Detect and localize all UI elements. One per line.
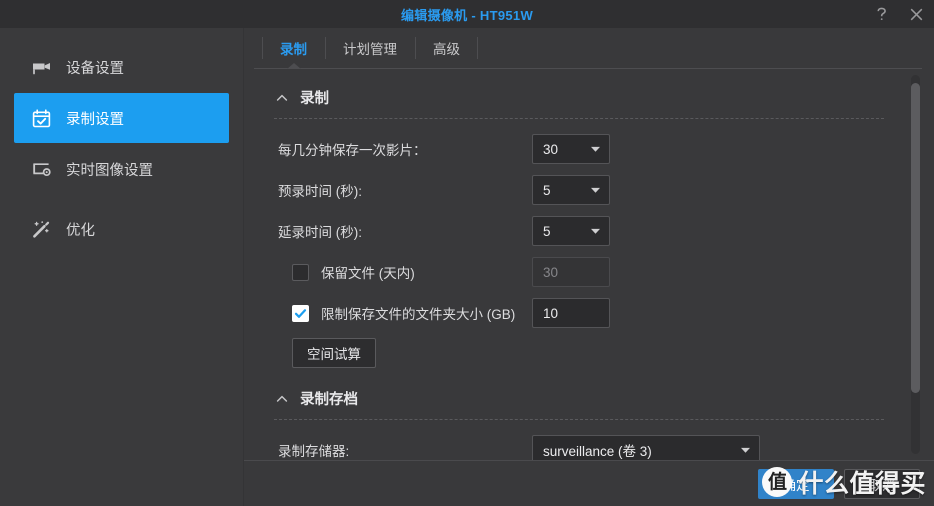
settings-pane: 录制 计划管理 高级 录制 每几分钟保存一次影片： 30 预录时间 (秒): 5… [244,28,934,506]
tab-label: 录制 [280,42,307,57]
row-pre-record: 预录时间 (秒): 5 [274,174,884,206]
row-label: 预录时间 (秒): [278,184,362,199]
save-interval-value: 30 [543,141,559,157]
monitor-icon [30,158,52,180]
tab-active-indicator [286,63,301,69]
sidebar-item-optimization[interactable]: 优化 [14,204,229,254]
chevron-down-icon [590,185,601,196]
tab-label: 计划管理 [343,42,397,57]
pre-record-value: 5 [543,182,551,198]
section-divider [274,118,884,119]
tab-label: 高级 [433,42,460,57]
row-calc-button: 空间试算 [274,338,884,368]
window-controls [872,0,926,28]
keep-files-checkbox[interactable] [292,263,309,281]
storage-select[interactable]: surveillance (卷 3) [532,435,760,460]
sidebar-item-label: 实时图像设置 [66,162,153,179]
pre-record-select[interactable]: 5 [532,175,610,205]
row-save-interval: 每几分钟保存一次影片： 30 [274,133,884,165]
row-label: 录制存储器: [278,444,350,459]
limit-folder-size-checkbox[interactable] [292,304,309,322]
sidebar: 设备设置 录制设置 实时图像设置 优化 [0,28,244,506]
sidebar-item-label: 优化 [66,222,95,239]
help-icon[interactable] [872,4,892,24]
settings-scroll-area: 录制 每几分钟保存一次影片： 30 预录时间 (秒): 5 延录时间 (秒): … [254,69,908,460]
row-label: 每几分钟保存一次影片： [278,143,427,158]
section-archive: 录制存档 录制存储器: surveillance (卷 3) [274,384,884,460]
vertical-scrollbar[interactable] [911,75,920,454]
keep-files-days-input[interactable] [532,257,610,287]
tab-recording[interactable]: 录制 [262,28,325,69]
row-post-record: 延录时间 (秒): 5 [274,215,884,247]
tab-schedule[interactable]: 计划管理 [325,28,415,68]
row-label: 延录时间 (秒): [278,225,362,240]
chevron-down-icon [590,144,601,155]
chevron-up-icon [276,92,288,104]
section-divider [274,419,884,420]
camera-icon [30,56,52,78]
row-keep-files: 保留文件 (天内) [274,256,884,288]
sidebar-item-live-view-settings[interactable]: 实时图像设置 [14,144,229,194]
tab-advanced[interactable]: 高级 [415,28,478,68]
storage-value: surveillance (卷 3) [543,444,652,459]
ok-button[interactable]: 确定 [758,468,834,499]
vertical-scrollbar-thumb[interactable] [911,82,920,394]
post-record-value: 5 [543,223,551,239]
section-archive-header[interactable]: 录制存档 [274,384,884,419]
settings-content: 录制 每几分钟保存一次影片： 30 预录时间 (秒): 5 延录时间 (秒): … [254,68,922,460]
section-recording: 录制 每几分钟保存一次影片： 30 预录时间 (秒): 5 延录时间 (秒): … [274,83,884,368]
section-title: 录制存档 [300,392,358,408]
limit-folder-size-input[interactable] [532,298,610,328]
dialog-body: 设备设置 录制设置 实时图像设置 优化 录制 计划管理 高级 录制 每几分钟保存… [0,28,934,506]
sidebar-item-recording-settings[interactable]: 录制设置 [14,93,229,143]
calendar-check-icon [30,107,52,129]
save-interval-select[interactable]: 30 [532,134,610,164]
dialog-footer: 确定 取消 [244,460,934,506]
section-title: 录制 [300,91,329,107]
section-recording-header[interactable]: 录制 [274,83,884,118]
window-title: 编辑摄像机 - HT951W [400,7,534,23]
row-limit-folder-size: 限制保存文件的文件夹大小 (GB) [274,297,884,329]
sidebar-item-label: 录制设置 [66,111,124,128]
title-bar: 编辑摄像机 - HT951W [0,0,934,28]
chevron-down-icon [740,445,751,456]
sidebar-item-label: 设备设置 [66,60,124,77]
limit-folder-size-label: 限制保存文件的文件夹大小 (GB) [321,307,516,322]
row-storage: 录制存储器: surveillance (卷 3) [274,434,884,460]
chevron-down-icon [590,226,601,237]
row-label-group: 限制保存文件的文件夹大小 (GB) [274,303,532,323]
sidebar-item-device-settings[interactable]: 设备设置 [14,42,229,92]
close-icon[interactable] [906,4,926,24]
edit-camera-dialog: 编辑摄像机 - HT951W 设备设置 录制设置 实时图像设置 优化 录制 计划… [0,0,934,506]
post-record-select[interactable]: 5 [532,216,610,246]
magic-wand-icon [30,218,52,240]
chevron-up-icon [276,393,288,405]
row-label-group: 保留文件 (天内) [274,262,532,282]
space-calculator-button[interactable]: 空间试算 [292,338,376,368]
tab-bar: 录制 计划管理 高级 [244,28,934,69]
keep-files-label: 保留文件 (天内) [321,266,415,281]
cancel-button[interactable]: 取消 [844,468,920,499]
